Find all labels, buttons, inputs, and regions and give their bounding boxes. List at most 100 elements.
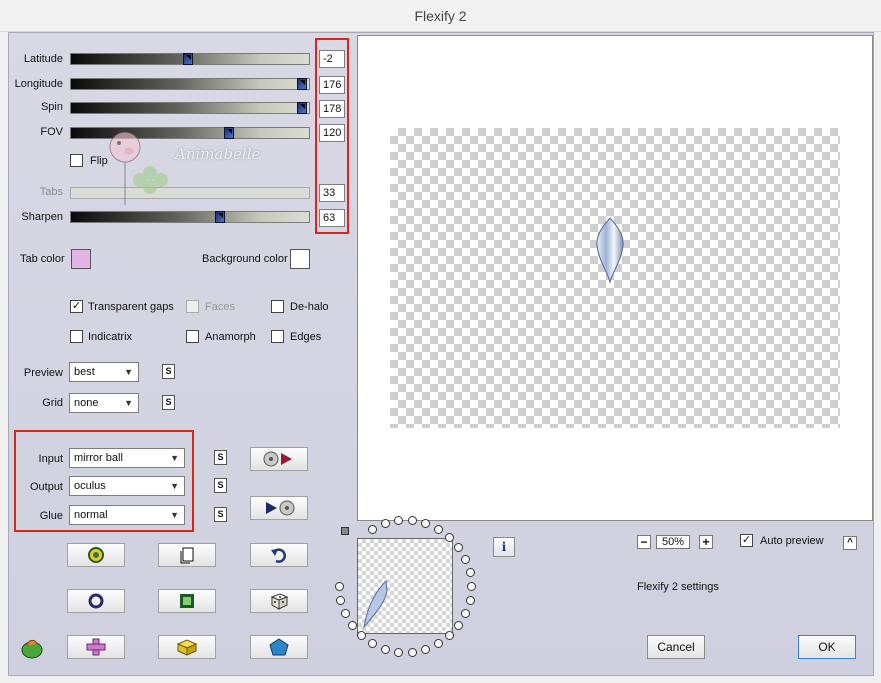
longitude-slider-thumb[interactable]	[297, 78, 307, 90]
plugin-logo	[19, 637, 45, 662]
navigator-dot[interactable]	[408, 648, 417, 657]
fov-slider-thumb[interactable]	[224, 127, 234, 139]
anamorph-checkbox[interactable]	[186, 330, 199, 343]
status-text: Flexify 2 settings	[637, 581, 719, 593]
navigator-dot[interactable]	[454, 621, 463, 630]
navigator-dot[interactable]	[454, 543, 463, 552]
input-to-output-button[interactable]	[250, 447, 308, 471]
chevron-down-icon: ▼	[124, 367, 133, 377]
navigator-dot[interactable]	[467, 582, 476, 591]
navigator-dot[interactable]	[335, 582, 344, 591]
indicatrix-checkbox[interactable]	[70, 330, 83, 343]
frame-button[interactable]	[158, 589, 216, 613]
de-halo-checkbox[interactable]	[271, 300, 284, 313]
pentagon-button[interactable]	[250, 635, 308, 659]
random-dice-button[interactable]	[250, 589, 308, 613]
preview-select[interactable]: best ▼	[69, 362, 139, 382]
navigator-dot[interactable]	[348, 621, 357, 630]
indicatrix-label: Indicatrix	[88, 331, 133, 343]
navigator-handle[interactable]	[341, 527, 349, 535]
navigator-dot[interactable]	[466, 596, 475, 605]
cross-icon	[86, 638, 106, 656]
chevron-down-icon: ▼	[170, 481, 179, 491]
zoom-in-button[interactable]: +	[699, 535, 713, 549]
navigator-dot[interactable]	[394, 648, 403, 657]
input-select[interactable]: mirror ball ▼	[69, 448, 185, 468]
output-to-input-button[interactable]	[250, 496, 308, 520]
chevron-down-icon: ▼	[124, 398, 133, 408]
chevron-down-icon: ▼	[170, 453, 179, 463]
cube-button[interactable]	[158, 635, 216, 659]
navigator-dot[interactable]	[434, 525, 443, 534]
latitude-slider-thumb[interactable]	[183, 53, 193, 65]
navigator-dot[interactable]	[421, 645, 430, 654]
navigator-dot[interactable]	[336, 596, 345, 605]
tab-color-swatch[interactable]	[71, 249, 91, 269]
auto-preview-checkbox[interactable]: ✓	[740, 534, 753, 547]
latitude-slider[interactable]	[70, 53, 310, 65]
navigator-dot[interactable]	[445, 631, 454, 640]
navigator-dot[interactable]	[368, 639, 377, 648]
transparent-background	[390, 128, 840, 428]
transparent-gaps-checkbox[interactable]: ✓	[70, 300, 83, 313]
grid-label: Grid	[42, 397, 63, 409]
navigator-dot[interactable]	[466, 568, 475, 577]
preview-s-button[interactable]: S	[162, 364, 175, 379]
spin-slider-thumb[interactable]	[297, 102, 307, 114]
preview-canvas[interactable]	[357, 35, 873, 521]
ok-button[interactable]: OK	[798, 635, 856, 659]
glue-select-value: normal	[74, 509, 108, 521]
copy-button[interactable]	[158, 543, 216, 567]
navigator-dot[interactable]	[357, 631, 366, 640]
edges-label: Edges	[290, 331, 322, 343]
input-select-value: mirror ball	[74, 452, 123, 464]
anamorph-label: Anamorph	[205, 331, 256, 343]
navigator-dot[interactable]	[461, 609, 470, 618]
glue-select[interactable]: normal ▼	[69, 505, 185, 525]
navigator-dot[interactable]	[394, 516, 403, 525]
output-select[interactable]: oculus ▼	[69, 476, 185, 496]
undo-icon	[271, 548, 286, 563]
glue-s-button[interactable]: S	[214, 507, 227, 522]
output-s-button[interactable]: S	[214, 478, 227, 493]
navigator-dot[interactable]	[381, 519, 390, 528]
transparent-gaps-label: Transparent gaps	[88, 301, 174, 313]
ring-button[interactable]	[67, 589, 125, 613]
drop-shape-thumbnail	[363, 579, 388, 629]
navigator-dot[interactable]	[434, 639, 443, 648]
navigator-dot[interactable]	[445, 533, 454, 542]
background-color-swatch[interactable]	[290, 249, 310, 269]
window-title: Flexify 2	[0, 0, 881, 32]
sharpen-slider-thumb[interactable]	[215, 211, 225, 223]
grid-s-button[interactable]: S	[162, 395, 175, 410]
faces-label: Faces	[205, 301, 235, 313]
longitude-slider[interactable]	[70, 78, 310, 90]
edges-checkbox[interactable]	[271, 330, 284, 343]
cancel-button[interactable]: Cancel	[647, 635, 705, 659]
navigator-dot[interactable]	[381, 645, 390, 654]
spin-slider[interactable]	[70, 102, 310, 114]
glue-label: Glue	[39, 510, 63, 522]
preview-label: Preview	[23, 367, 63, 379]
navigator-dot[interactable]	[421, 519, 430, 528]
randomize-button[interactable]	[67, 543, 125, 567]
zoom-out-button[interactable]: −	[637, 535, 651, 549]
navigator-dot[interactable]	[408, 516, 417, 525]
ring-icon	[88, 593, 104, 609]
navigator-dot[interactable]	[368, 525, 377, 534]
collapse-button[interactable]: ^	[843, 536, 857, 550]
navigator-thumbnail[interactable]	[357, 538, 453, 634]
pentagon-icon	[269, 638, 289, 656]
grid-select[interactable]: none ▼	[69, 393, 139, 413]
flip-checkbox[interactable]	[70, 154, 83, 167]
navigator-dot[interactable]	[461, 555, 470, 564]
main-panel: Latitude -2 Longitude 176 Spin 178 FOV 1…	[8, 32, 874, 676]
navigator-dot[interactable]	[341, 609, 350, 618]
zoom-level: 50%	[656, 535, 690, 549]
gear-paint-icon	[88, 547, 104, 563]
input-s-button[interactable]: S	[214, 450, 227, 465]
input-label: Input	[38, 453, 63, 465]
cross-button[interactable]	[67, 635, 125, 659]
info-button[interactable]: i	[493, 537, 515, 557]
undo-button[interactable]	[250, 543, 308, 567]
